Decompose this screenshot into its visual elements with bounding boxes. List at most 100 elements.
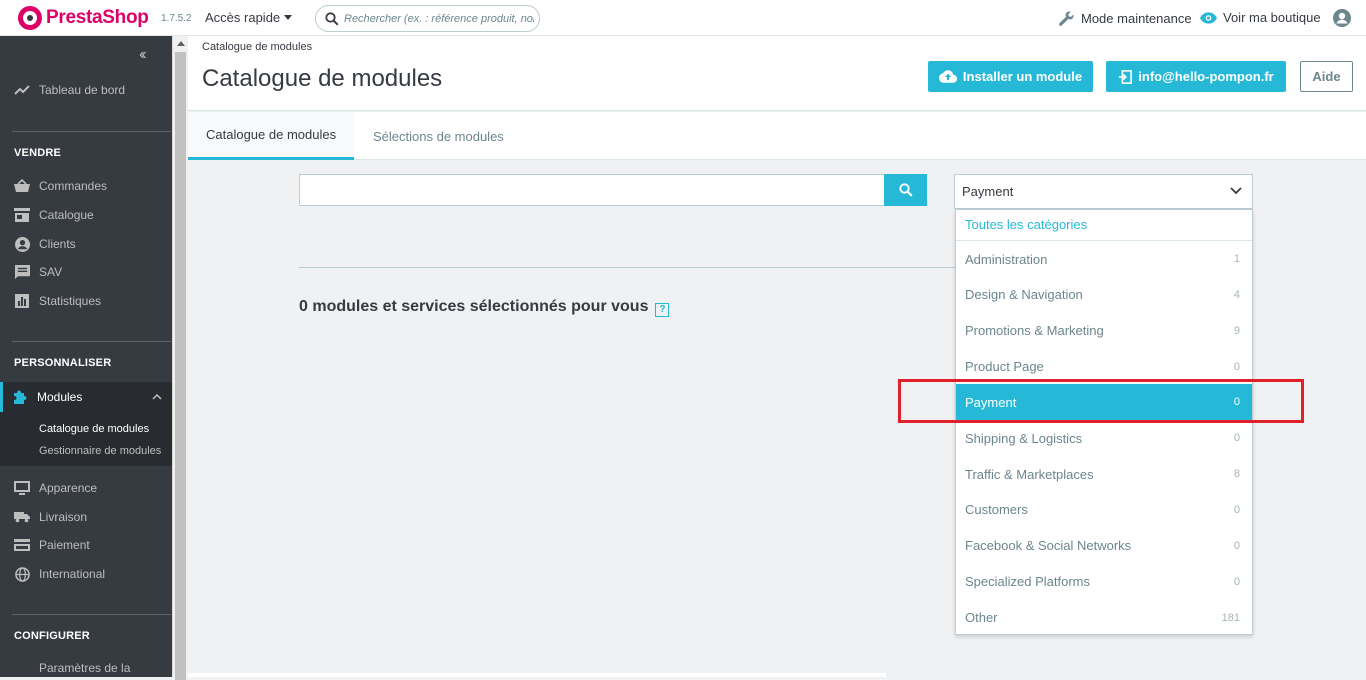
sidebar-label: Tableau de bord bbox=[39, 83, 126, 97]
sidebar-label: Apparence bbox=[39, 481, 98, 495]
eye-icon bbox=[1200, 11, 1217, 24]
account-connect-label: info@hello-pompon.fr bbox=[1138, 69, 1274, 84]
tab-label: Sélections de modules bbox=[373, 128, 504, 144]
scroll-up-arrow-icon[interactable] bbox=[177, 41, 185, 46]
sidebar-item-customers[interactable]: Clients bbox=[0, 230, 172, 258]
user-avatar[interactable] bbox=[1333, 9, 1351, 32]
modules-submenu: Catalogue de modules Gestionnaire de mod… bbox=[0, 412, 172, 466]
sidebar: ‹‹ Tableau de bord VENDRE Commandes Cata… bbox=[0, 36, 172, 677]
category-option-label: Other bbox=[965, 610, 998, 625]
sidebar-divider bbox=[12, 341, 171, 342]
chevron-up-icon bbox=[152, 394, 162, 400]
help-question-icon[interactable]: ? bbox=[655, 303, 670, 317]
sidebar-label: International bbox=[39, 567, 106, 581]
section-customize: PERSONNALISER bbox=[14, 357, 112, 369]
user-icon bbox=[1333, 9, 1351, 27]
module-search-button[interactable] bbox=[884, 174, 927, 206]
category-option-label: Promotions & Marketing bbox=[965, 323, 1104, 339]
category-option[interactable]: Customers 0 bbox=[956, 492, 1252, 528]
category-option-count: 0 bbox=[1233, 360, 1240, 373]
install-module-label: Installer un module bbox=[962, 69, 1083, 84]
sidebar-label: Clients bbox=[39, 237, 76, 251]
account-circle-icon bbox=[14, 236, 30, 252]
tab-module-catalog[interactable]: Catalogue de modules bbox=[188, 112, 355, 160]
quick-access-menu[interactable]: Accès rapide bbox=[205, 10, 293, 25]
category-option-count: 0 bbox=[1233, 575, 1240, 588]
category-option-count: 9 bbox=[1233, 324, 1240, 337]
category-option[interactable]: Other 181 bbox=[956, 600, 1252, 636]
category-option-label: Shipping & Logistics bbox=[965, 430, 1083, 446]
prestashop-logo[interactable]: PrestaShop bbox=[18, 6, 149, 30]
global-search-input[interactable] bbox=[344, 10, 534, 28]
category-option-label: Design & Navigation bbox=[965, 287, 1083, 303]
category-option[interactable]: Shipping & Logistics 0 bbox=[956, 420, 1252, 456]
chevron-down-icon bbox=[1230, 187, 1242, 195]
cloud-upload-icon bbox=[938, 70, 957, 83]
sidebar-label: Modules bbox=[37, 390, 83, 404]
category-option-label: Traffic & Marketplaces bbox=[965, 466, 1094, 482]
category-option-all[interactable]: Toutes les catégories bbox=[965, 217, 1087, 232]
top-bar: PrestaShop 1.7.5.2 Accès rapide Mode mai… bbox=[0, 0, 1366, 36]
page-header: Catalogue de modules Catalogue de module… bbox=[188, 36, 1366, 111]
sidebar-label: SAV bbox=[39, 265, 63, 279]
category-option-count: 4 bbox=[1233, 288, 1240, 301]
submenu-item-catalog[interactable]: Catalogue de modules bbox=[39, 423, 149, 435]
category-option[interactable]: Promotions & Marketing 9 bbox=[956, 313, 1252, 349]
search-icon bbox=[325, 12, 339, 26]
account-connect-button[interactable]: info@hello-pompon.fr bbox=[1106, 61, 1286, 92]
scrollbar-thumb[interactable] bbox=[175, 52, 186, 680]
sidebar-item-shipping[interactable]: Livraison bbox=[0, 503, 172, 531]
maintenance-link[interactable]: Mode maintenance bbox=[1058, 10, 1192, 27]
sidebar-item-service[interactable]: SAV bbox=[0, 258, 172, 286]
wrench-icon bbox=[1059, 11, 1074, 26]
module-search-input[interactable] bbox=[299, 174, 885, 206]
category-option[interactable]: Design & Navigation 4 bbox=[956, 277, 1252, 313]
help-label: Aide bbox=[1312, 69, 1341, 84]
sidebar-divider bbox=[12, 131, 171, 132]
chat-icon bbox=[14, 264, 30, 280]
category-select-value: Payment bbox=[962, 184, 1014, 199]
category-select[interactable]: Payment bbox=[954, 174, 1253, 209]
view-shop-link[interactable]: Voir ma boutique bbox=[1200, 10, 1321, 25]
sidebar-item-dashboard[interactable]: Tableau de bord bbox=[0, 76, 172, 104]
sidebar-item-stats[interactable]: Statistiques bbox=[0, 287, 172, 315]
sidebar-scrollbar[interactable] bbox=[172, 36, 188, 680]
category-option-count: 0 bbox=[1233, 539, 1240, 552]
category-option-label: Product Page bbox=[965, 359, 1044, 375]
main-content: Catalogue de modules Catalogue de module… bbox=[188, 36, 1366, 677]
tab-label: Catalogue de modules bbox=[206, 127, 337, 142]
maintenance-label: Mode maintenance bbox=[1081, 11, 1192, 26]
sidebar-item-international[interactable]: International bbox=[0, 560, 172, 588]
caret-down-icon bbox=[284, 15, 293, 20]
sidebar-item-catalog[interactable]: Catalogue bbox=[0, 201, 172, 229]
install-module-button[interactable]: Installer un module bbox=[928, 61, 1093, 92]
category-option[interactable]: Facebook & Social Networks 0 bbox=[956, 528, 1252, 564]
sidebar-label: Paiement bbox=[39, 538, 90, 552]
sidebar-label: Commandes bbox=[39, 179, 108, 193]
view-shop-label: Voir ma boutique bbox=[1223, 10, 1321, 25]
category-option[interactable]: Traffic & Marketplaces 8 bbox=[956, 456, 1252, 492]
sidebar-item-settings[interactable]: Paramètres de la bbox=[0, 654, 172, 677]
sidebar-label: Livraison bbox=[39, 510, 88, 524]
sidebar-item-orders[interactable]: Commandes bbox=[0, 172, 172, 200]
bottom-edge bbox=[188, 673, 886, 677]
sidebar-item-modules[interactable]: Modules bbox=[0, 383, 172, 411]
sidebar-item-payment[interactable]: Paiement bbox=[0, 531, 172, 559]
annotation-highlight-box bbox=[898, 379, 1304, 423]
breadcrumb[interactable]: Catalogue de modules bbox=[202, 41, 312, 53]
sidebar-item-design[interactable]: Apparence bbox=[0, 474, 172, 502]
category-option[interactable]: Specialized Platforms 0 bbox=[956, 564, 1252, 600]
settings-icon bbox=[14, 660, 30, 676]
global-search[interactable] bbox=[315, 5, 540, 32]
help-button[interactable]: Aide bbox=[1300, 61, 1353, 92]
tab-module-selections[interactable]: Sélections de modules bbox=[355, 112, 522, 160]
category-option[interactable]: Administration 1 bbox=[956, 241, 1252, 277]
category-option-count: 0 bbox=[1233, 432, 1240, 445]
page-title: Catalogue de modules bbox=[202, 65, 443, 92]
collapse-sidebar-icon[interactable]: ‹‹ bbox=[139, 46, 146, 64]
credit-card-icon bbox=[14, 537, 30, 553]
search-icon bbox=[898, 183, 913, 197]
results-heading: 0 modules et services sélectionnés pour … bbox=[299, 298, 670, 317]
category-option-count: 1 bbox=[1233, 253, 1240, 265]
submenu-item-manager[interactable]: Gestionnaire de modules bbox=[39, 445, 161, 457]
